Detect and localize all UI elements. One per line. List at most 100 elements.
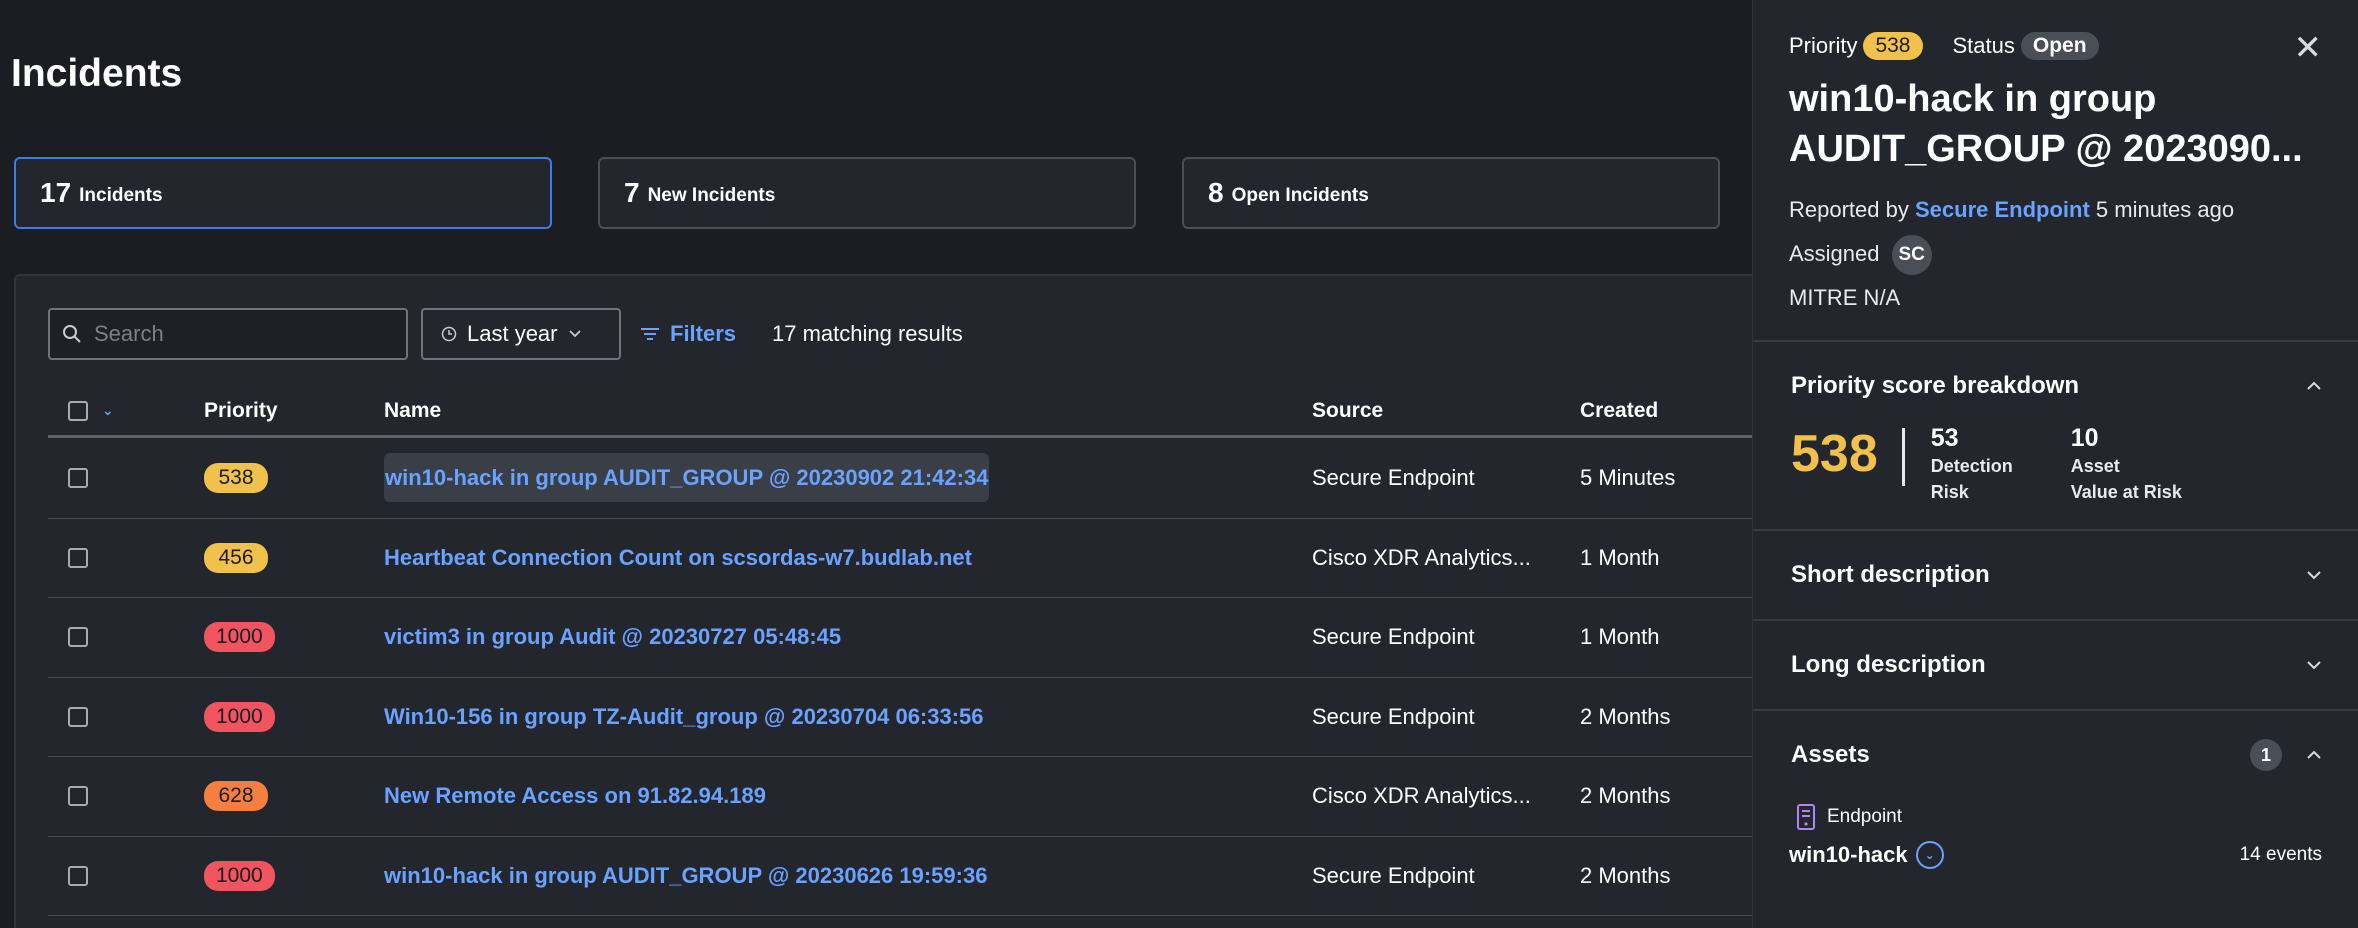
select-all-cell: ⌄ [48, 400, 204, 421]
chevron-down-icon[interactable]: ⌄ [1915, 841, 1944, 869]
results-count: 17 matching results [772, 321, 963, 346]
metric-label: Detection [1930, 456, 2013, 476]
reporter-link[interactable]: Secure Endpoint [1915, 197, 2090, 222]
source-cell: Cisco XDR Analytics... [1312, 783, 1531, 809]
incident-name-link[interactable]: Win10-156 in group TZ-Audit_group @ 2023… [384, 694, 984, 739]
reported-line: Reported by Secure Endpoint 5 minutes ag… [1789, 188, 2322, 232]
asset-type-label: Endpoint [1827, 806, 1903, 827]
priority-badge: 456 [204, 542, 268, 573]
metric-label: Value at Risk [2070, 482, 2182, 502]
incident-name-link[interactable]: win10-hack in group AUDIT_GROUP @ 202309… [384, 453, 990, 503]
header-source[interactable]: Source [1312, 399, 1580, 423]
created-cell: 1 Month [1580, 624, 1660, 650]
incidents-table-panel: Last year Filters 17 matching results ⌄ … [14, 274, 1754, 928]
asset-type: Endpoint [1795, 803, 2322, 831]
assets-header[interactable]: Assets 1 [1791, 711, 2322, 799]
metric-label: Risk [1930, 482, 1969, 502]
asset-events-count: 14 events [2239, 844, 2322, 865]
chevron-up-icon[interactable] [2306, 381, 2322, 391]
section-title: Short description [1791, 561, 1990, 588]
assigned-label: Assigned [1789, 241, 1880, 266]
table-row[interactable]: 538 win10-hack in group AUDIT_GROUP @ 20… [48, 439, 1754, 519]
search-input[interactable] [94, 321, 384, 347]
metric-value: 10 [2070, 424, 2099, 452]
section-title: Long description [1791, 651, 1986, 678]
incident-name-link[interactable]: victim3 in group Audit @ 20230727 05:48:… [384, 614, 841, 659]
detection-risk-metric: 53 Detection Risk [1931, 424, 2071, 505]
table-header: ⌄ Priority Name Source Created [48, 386, 1754, 438]
reported-time: 5 minutes ago [2095, 197, 2235, 222]
source-cell: Secure Endpoint [1312, 703, 1475, 729]
created-cell: 2 Months [1580, 703, 1671, 729]
stat-count: 7 [624, 177, 640, 208]
stat-label: Incidents [79, 185, 163, 206]
priority-badge: 538 [204, 463, 268, 494]
mitre-line: MITRE N/A [1789, 285, 1901, 310]
row-checkbox[interactable] [68, 627, 88, 648]
chevron-down-icon[interactable]: ⌄ [102, 402, 114, 419]
table-row[interactable]: 628 New Remote Access on 91.82.94.189 Ci… [48, 757, 1754, 837]
table-row[interactable]: 1000 win10-hack in group AUDIT_GROUP @ 2… [48, 837, 1754, 916]
table-row[interactable]: 456 Heartbeat Connection Count on scsord… [48, 519, 1754, 598]
source-cell: Secure Endpoint [1312, 862, 1475, 888]
select-all-checkbox[interactable] [68, 400, 88, 421]
created-cell: 5 Minutes [1580, 465, 1676, 491]
asset-value-metric: 10 Asset Value at Risk [2071, 424, 2211, 505]
stat-card-new-incidents[interactable]: 7 New Incidents [598, 157, 1136, 229]
row-checkbox[interactable] [68, 786, 88, 807]
header-created[interactable]: Created [1580, 399, 1754, 423]
chevron-down-icon[interactable] [2306, 570, 2322, 580]
incident-name-link[interactable]: win10-hack in group AUDIT_GROUP @ 202306… [384, 853, 987, 898]
incident-detail-drawer: ✕ Priority 538 Status Open win10-hack in… [1752, 0, 2358, 928]
time-range-select[interactable]: Last year [421, 308, 621, 360]
created-cell: 2 Months [1580, 783, 1671, 809]
metric-label: Asset [2070, 456, 2120, 476]
row-checkbox[interactable] [68, 468, 88, 489]
priority-breakdown-header[interactable]: Priority score breakdown [1791, 342, 2322, 430]
priority-badge: 538 [1863, 32, 1923, 60]
filters-button[interactable]: Filters [640, 308, 736, 360]
priority-status-line: Priority 538 Status Open [1789, 32, 2322, 60]
row-checkbox[interactable] [68, 706, 88, 727]
status-badge: Open [2020, 32, 2099, 60]
priority-breakdown-section: Priority score breakdown 538 53 Detectio… [1753, 340, 2358, 529]
long-description-header[interactable]: Long description [1791, 621, 2322, 709]
stat-card-incidents[interactable]: 17 Incidents [14, 157, 552, 229]
row-checkbox[interactable] [68, 865, 88, 886]
priority-badge: 1000 [204, 860, 275, 891]
priority-label: Priority [1789, 33, 1858, 58]
clock-icon [441, 326, 457, 342]
source-cell: Secure Endpoint [1312, 624, 1475, 650]
incident-name-link[interactable]: Heartbeat Connection Count on scsordas-w… [384, 535, 972, 580]
section-title: Assets [1791, 741, 1870, 768]
table-row[interactable]: 1000 Win10-156 in group TZ-Audit_group @… [48, 678, 1754, 757]
incident-title: win10-hack in group AUDIT_GROUP @ 202309… [1789, 78, 2303, 170]
short-description-section: Short description [1753, 529, 2358, 619]
header-name[interactable]: Name [384, 399, 1312, 423]
close-icon[interactable]: ✕ [2294, 28, 2323, 68]
stat-card-open-incidents[interactable]: 8 Open Incidents [1182, 157, 1720, 229]
stat-count: 8 [1208, 177, 1224, 208]
avatar[interactable]: SC [1891, 235, 1932, 276]
assigned-line: Assigned SC [1789, 232, 2322, 276]
header-priority[interactable]: Priority [204, 399, 384, 423]
chevron-down-icon [568, 330, 581, 338]
page-title: Incidents [11, 52, 183, 95]
chevron-up-icon[interactable] [2306, 750, 2322, 760]
asset-name[interactable]: win10-hack ⌄ [1789, 841, 1944, 869]
incident-name-link[interactable]: New Remote Access on 91.82.94.189 [384, 773, 766, 818]
created-cell: 1 Month [1580, 544, 1660, 570]
stat-count: 17 [40, 177, 72, 208]
chevron-down-icon[interactable] [2306, 660, 2322, 670]
table-row[interactable]: 1000 victim3 in group Audit @ 20230727 0… [48, 598, 1754, 678]
row-checkbox[interactable] [68, 547, 88, 568]
filter-icon [641, 328, 659, 340]
priority-badge: 628 [204, 781, 268, 812]
source-cell: Cisco XDR Analytics... [1312, 544, 1531, 570]
source-cell: Secure Endpoint [1312, 465, 1475, 491]
priority-badge: 1000 [204, 622, 275, 653]
search-box[interactable] [48, 308, 408, 360]
section-title: Priority score breakdown [1791, 372, 2080, 399]
asset-row: win10-hack ⌄ 14 events [1789, 841, 2322, 869]
short-description-header[interactable]: Short description [1791, 531, 2322, 619]
